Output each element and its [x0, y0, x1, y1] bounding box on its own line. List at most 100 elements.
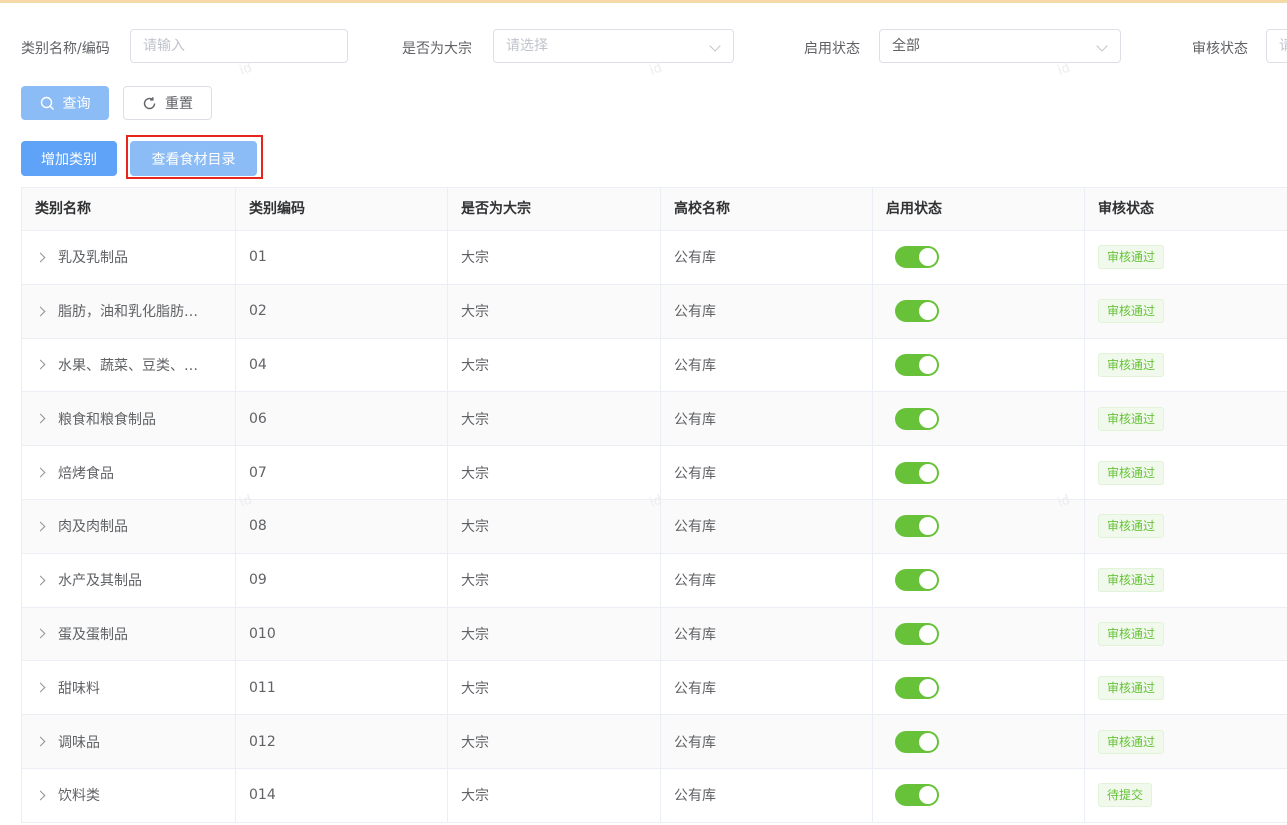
cell-enable-status [873, 768, 1085, 822]
chevron-down-icon [709, 40, 721, 52]
expand-chevron-icon[interactable] [35, 682, 46, 693]
table-row: 肉及肉制品 08 大宗 公有库 审核通过 [21, 499, 1287, 554]
enable-toggle[interactable] [895, 515, 939, 538]
bulk-filter-label: 是否为大宗 [402, 41, 472, 57]
table-row: 饮料类 014 大宗 公有库 待提交 [21, 768, 1287, 823]
enable-filter-label: 启用状态 [804, 41, 860, 57]
table-row: 乳及乳制品 01 大宗 公有库 审核通过 [21, 231, 1287, 285]
enable-toggle[interactable] [895, 300, 939, 323]
cell-is-bulk: 大宗 [448, 715, 661, 768]
category-name: 蛋及蛋制品 [58, 626, 128, 643]
query-button[interactable]: 查询 [21, 86, 109, 120]
cell-audit-status: 审核通过 [1085, 715, 1287, 768]
category-table: 类别名称 类别编码 是否为大宗 高校名称 启用状态 审核状态 乳及乳制品 01 大宗… [21, 187, 1287, 823]
enable-toggle[interactable] [895, 407, 939, 430]
cell-enable-status [873, 607, 1085, 661]
cell-category-code: 014 [236, 768, 448, 822]
enable-toggle[interactable] [895, 676, 939, 699]
category-name: 焙烤食品 [58, 465, 114, 482]
header-category-code: 类别编码 [236, 188, 448, 231]
table-row: 蛋及蛋制品 010 大宗 公有库 审核通过 [21, 607, 1287, 662]
cell-enable-status [873, 715, 1085, 768]
expand-chevron-icon[interactable] [35, 252, 46, 263]
header-audit-status: 审核状态 [1098, 201, 1154, 217]
cell-audit-status: 审核通过 [1085, 339, 1287, 392]
cell-school-name: 公有库 [661, 338, 873, 392]
cell-school-name: 公有库 [661, 768, 873, 822]
cell-category-name: 水产及其制品 [21, 553, 236, 607]
cell-audit-status: 审核通过 [1085, 285, 1287, 338]
watermark: id [1055, 60, 1073, 79]
cell-is-bulk: 大宗 [448, 284, 661, 338]
enable-toggle[interactable] [895, 622, 939, 645]
expand-chevron-icon[interactable] [35, 790, 46, 801]
query-button-label: 查询 [62, 96, 91, 112]
expand-chevron-icon[interactable] [35, 521, 46, 532]
enable-select-value: 全部 [892, 38, 920, 54]
bulk-select[interactable]: 请选择 [493, 29, 734, 63]
table-row: 甜味料 011 大宗 公有库 审核通过 [21, 661, 1287, 716]
table-row: 焙烤食品 07 大宗 公有库 审核通过 [21, 446, 1287, 500]
cell-audit-status: 审核通过 [1085, 608, 1287, 661]
header-category-name: 类别名称 [21, 188, 236, 231]
cell-is-bulk: 大宗 [448, 553, 661, 607]
audit-select[interactable]: 请 [1266, 29, 1287, 63]
expand-chevron-icon[interactable] [35, 360, 46, 370]
table-row: 水果、蔬菜、豆类、… 04 大宗 公有库 审核通过 [21, 338, 1287, 393]
audit-status-badge: 审核通过 [1098, 299, 1165, 324]
page: 类别名称/编码 请输入 是否为大宗 请选择 启用状态 全部 审核状态 请 查询 … [0, 0, 1287, 825]
cell-is-bulk: 大宗 [448, 338, 661, 392]
expand-chevron-icon[interactable] [35, 413, 46, 424]
cell-category-code: 01 [236, 231, 448, 284]
cell-enable-status [873, 231, 1085, 284]
cell-category-name: 乳及乳制品 [21, 231, 236, 284]
cell-category-code: 011 [236, 661, 448, 715]
category-name: 甜味料 [58, 680, 100, 697]
cell-category-code: 04 [236, 338, 448, 392]
add-category-button[interactable]: 增加类别 [21, 141, 117, 176]
expand-chevron-icon[interactable] [35, 575, 46, 586]
cell-school-name: 公有库 [661, 499, 873, 553]
cell-enable-status [873, 446, 1085, 499]
audit-filter-label: 审核状态 [1192, 41, 1248, 57]
table-row: 调味品 012 大宗 公有库 审核通过 [21, 715, 1287, 769]
audit-status-badge: 审核通过 [1098, 729, 1165, 754]
enable-toggle[interactable] [895, 730, 939, 753]
cell-category-code: 010 [236, 607, 448, 661]
enable-toggle[interactable] [895, 461, 939, 484]
category-name: 调味品 [58, 734, 100, 751]
cell-is-bulk: 大宗 [448, 392, 661, 446]
enable-toggle[interactable] [895, 569, 939, 592]
cell-audit-status: 审核通过 [1085, 446, 1287, 499]
cell-category-name: 粮食和粮食制品 [21, 392, 236, 446]
expand-chevron-icon[interactable] [35, 629, 46, 639]
audit-status-badge: 审核通过 [1098, 514, 1165, 539]
top-accent-line [0, 0, 1287, 3]
cell-school-name: 公有库 [661, 715, 873, 768]
cell-category-code: 012 [236, 715, 448, 768]
expand-chevron-icon[interactable] [35, 306, 46, 317]
cell-school-name: 公有库 [661, 661, 873, 715]
cell-school-name: 公有库 [661, 231, 873, 284]
cell-enable-status [873, 338, 1085, 392]
reset-button[interactable]: 重置 [123, 86, 212, 120]
refresh-icon [142, 96, 157, 111]
expand-chevron-icon[interactable] [35, 467, 46, 478]
enable-toggle[interactable] [895, 784, 939, 807]
category-input[interactable]: 请输入 [130, 29, 348, 63]
cell-school-name: 公有库 [661, 607, 873, 661]
cell-category-name: 肉及肉制品 [21, 499, 236, 553]
cell-category-name: 调味品 [21, 715, 236, 768]
category-name: 水产及其制品 [58, 573, 142, 590]
expand-chevron-icon[interactable] [35, 736, 46, 747]
cell-enable-status [873, 499, 1085, 553]
enable-toggle[interactable] [895, 353, 939, 376]
enable-select[interactable]: 全部 [879, 29, 1121, 63]
category-name: 饮料类 [58, 788, 100, 805]
cell-category-name: 水果、蔬菜、豆类、… [21, 338, 236, 392]
table-header: 类别名称 类别编码 是否为大宗 高校名称 启用状态 审核状态 [21, 187, 1287, 231]
cell-category-name: 甜味料 [21, 661, 236, 715]
highlight-box [126, 135, 263, 179]
enable-toggle[interactable] [895, 246, 939, 269]
table-row: 脂肪，油和乳化脂肪… 02 大宗 公有库 审核通过 [21, 284, 1287, 339]
